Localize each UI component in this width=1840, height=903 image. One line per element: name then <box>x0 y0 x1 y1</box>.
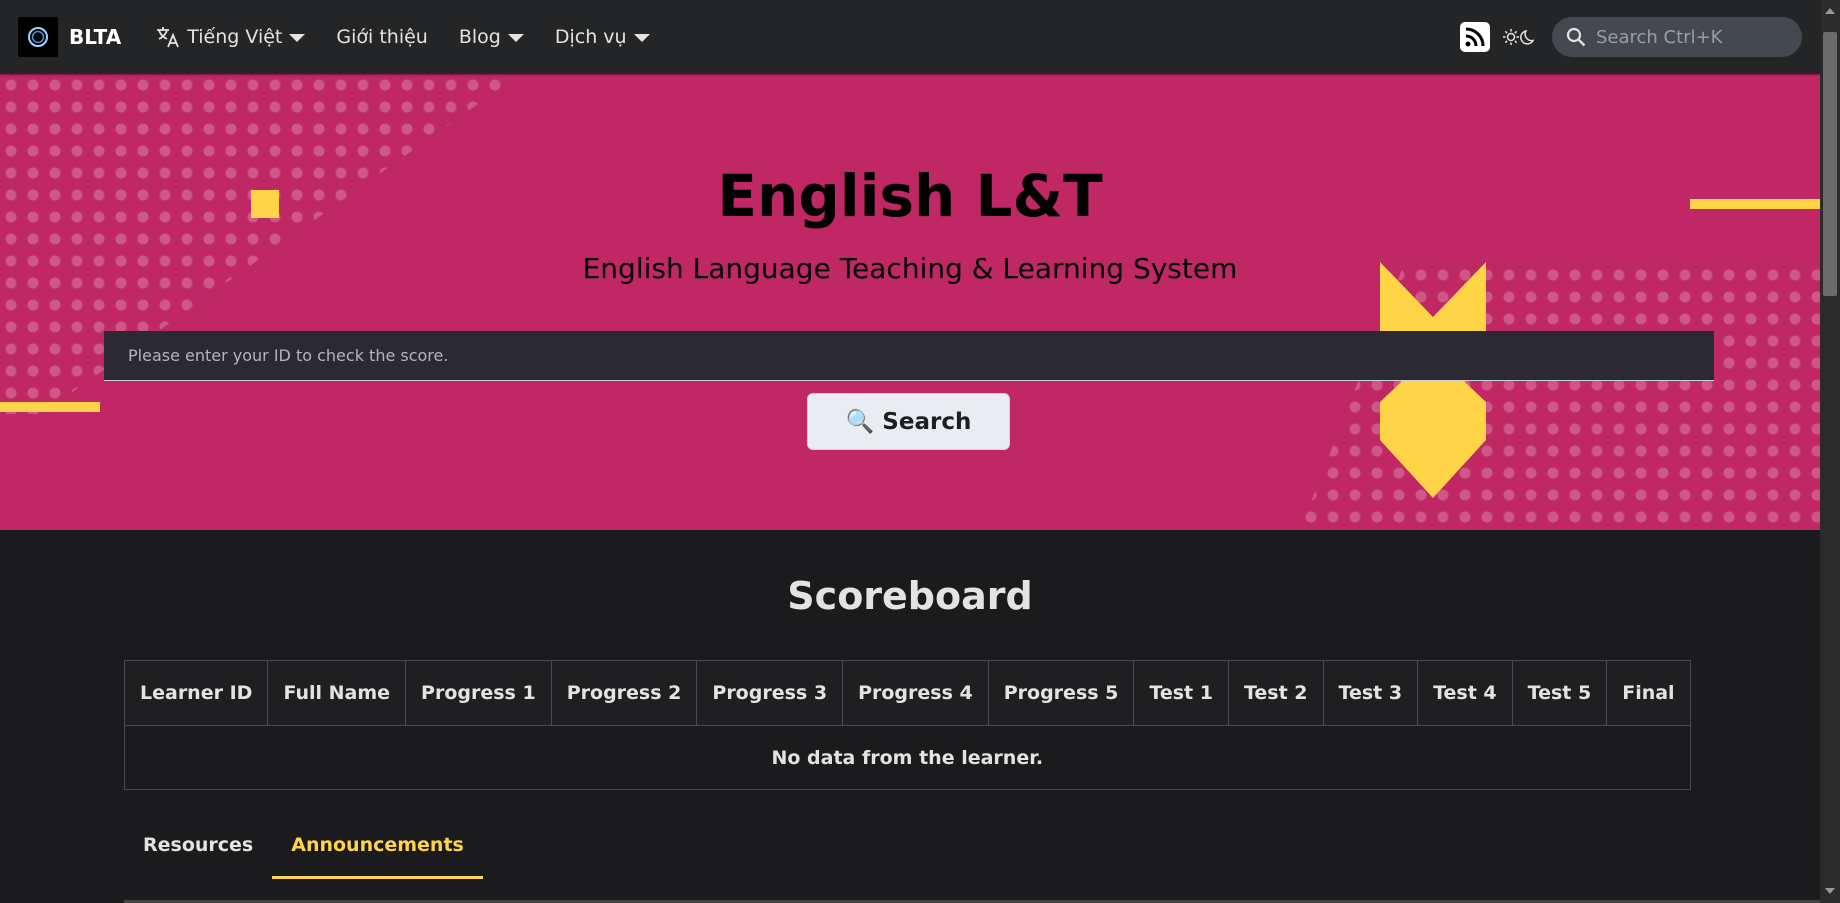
nav-services-dropdown[interactable]: Dịch vụ <box>555 26 650 48</box>
chevron-down-icon <box>633 34 650 42</box>
table-row: No data from the learner. <box>124 725 1691 790</box>
scoreboard-title: Scoreboard <box>787 574 1033 618</box>
col-progress-1[interactable]: Progress 1 <box>405 660 552 726</box>
col-final[interactable]: Final <box>1606 660 1691 726</box>
scroll-down-arrow-icon[interactable] <box>1825 888 1835 894</box>
search-score-button[interactable]: 🔍 Search <box>807 393 1010 450</box>
scroll-up-arrow-icon[interactable] <box>1825 8 1835 14</box>
brand-name[interactable]: BLTA <box>69 25 121 49</box>
empty-table-message: No data from the learner. <box>124 725 1691 790</box>
sun-icon <box>1503 29 1519 45</box>
rss-feed-button[interactable] <box>1460 22 1490 52</box>
theme-toggle-button[interactable] <box>1502 28 1538 46</box>
navbar-search[interactable] <box>1552 17 1802 57</box>
scrollbar-thumb[interactable] <box>1823 32 1837 296</box>
col-test-4[interactable]: Test 4 <box>1417 660 1513 726</box>
page-scrollbar[interactable] <box>1820 0 1840 903</box>
col-progress-2[interactable]: Progress 2 <box>550 660 698 726</box>
tab-announcements[interactable]: Announcements <box>272 820 483 879</box>
hero-title: English L&T <box>717 162 1103 230</box>
magnifier-icon: 🔍 <box>845 409 875 435</box>
nav-language-dropdown[interactable]: Tiếng Việt <box>155 25 306 49</box>
tab-resources[interactable]: Resources <box>124 820 272 879</box>
chevron-down-icon <box>507 34 524 42</box>
chevron-down-icon <box>289 34 306 42</box>
nav-blog-label: Blog <box>458 26 501 48</box>
navbar-search-input[interactable] <box>1596 26 1786 48</box>
hero-banner: English L&T English Language Teaching & … <box>0 74 1820 530</box>
chevron-arrows-decoration <box>1380 262 1486 498</box>
logo-ring-icon <box>28 27 48 47</box>
learner-id-input[interactable] <box>104 331 1714 381</box>
nav-language-label: Tiếng Việt <box>187 26 283 48</box>
col-test-1[interactable]: Test 1 <box>1133 660 1229 726</box>
col-learner-id[interactable]: Learner ID <box>123 660 269 726</box>
nav-about-link[interactable]: Giới thiệu <box>336 26 427 48</box>
scoreboard-table: Learner ID Full Name Progress 1 Progress… <box>123 660 1691 790</box>
col-test-3[interactable]: Test 3 <box>1322 660 1419 726</box>
translate-icon <box>157 27 180 48</box>
col-progress-5[interactable]: Progress 5 <box>987 660 1135 726</box>
col-full-name[interactable]: Full Name <box>267 660 407 726</box>
site-logo[interactable] <box>18 17 58 57</box>
col-test-2[interactable]: Test 2 <box>1227 660 1324 726</box>
col-progress-4[interactable]: Progress 4 <box>842 660 989 726</box>
nav-about-label: Giới thiệu <box>336 26 428 48</box>
moon-icon <box>1520 29 1535 45</box>
content-tabs: Resources Announcements <box>124 820 483 879</box>
yellow-bar-decoration <box>0 402 100 412</box>
rss-icon <box>1465 27 1485 47</box>
search-button-label: Search <box>882 408 972 435</box>
col-test-5[interactable]: Test 5 <box>1511 660 1608 726</box>
navbar-right <box>1460 17 1802 57</box>
navbar: BLTA Tiếng Việt Giới thiệu Blog Dịch vụ <box>0 0 1820 74</box>
hero-subtitle: English Language Teaching & Learning Sys… <box>582 252 1238 285</box>
search-icon <box>1566 27 1586 47</box>
nav-services-label: Dịch vụ <box>554 26 627 48</box>
col-progress-3[interactable]: Progress 3 <box>696 660 844 726</box>
nav-blog-dropdown[interactable]: Blog <box>459 26 524 48</box>
table-header-row: Learner ID Full Name Progress 1 Progress… <box>123 660 1691 726</box>
